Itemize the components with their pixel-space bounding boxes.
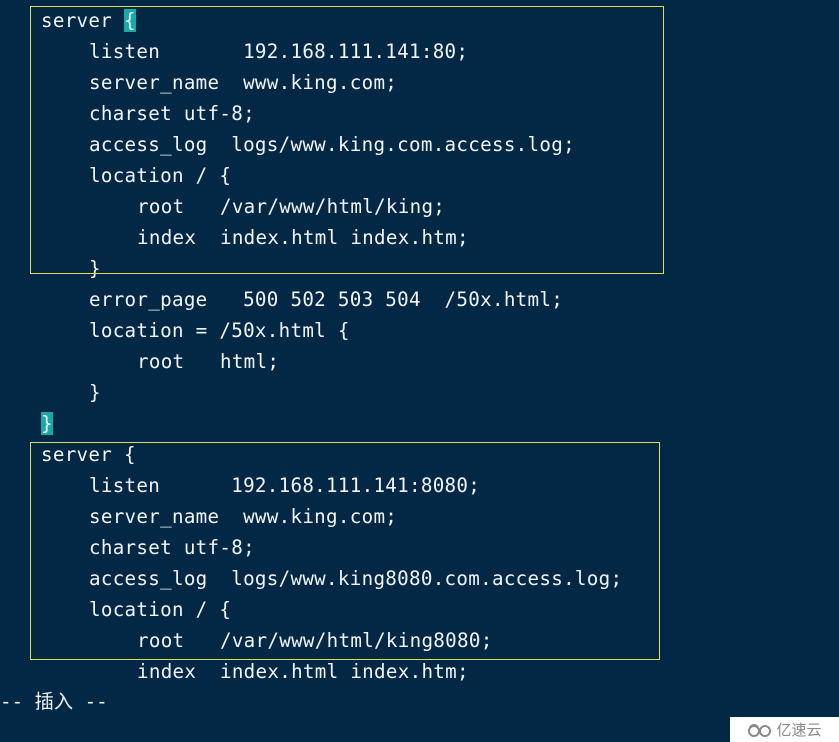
code-line: index index.html index.htm; xyxy=(137,226,469,249)
yisu-cloud-logo-icon xyxy=(748,723,772,737)
code-line: index index.html index.htm; xyxy=(137,660,469,683)
code-line: server_name www.king.com; xyxy=(89,71,398,94)
code-line: charset utf-8; xyxy=(89,536,255,559)
code-line: location / { xyxy=(89,598,232,621)
code-line: } xyxy=(41,408,53,439)
matched-bracket-cursor: } xyxy=(41,412,53,435)
code-line: location = /50x.html { xyxy=(89,319,350,342)
vim-editor[interactable]: server { listen 192.168.111.141:80; server… xyxy=(0,0,839,742)
code-line: location / { xyxy=(89,164,232,187)
code-line: root /var/www/html/king; xyxy=(137,195,446,218)
code-line: root /var/www/html/king8080; xyxy=(137,629,493,652)
vim-mode-status: -- 插入 -- xyxy=(0,690,108,713)
code-line: charset utf-8; xyxy=(89,102,255,125)
code-line: listen 192.168.111.141:80; xyxy=(89,40,469,63)
code-line: root html; xyxy=(137,350,280,373)
code-line: } xyxy=(89,381,101,404)
code-line: server_name www.king.com; xyxy=(89,505,398,528)
code-line: listen 192.168.111.141:8080; xyxy=(89,474,481,497)
matched-bracket-cursor: { xyxy=(123,9,136,32)
watermark-text: 亿速云 xyxy=(776,721,822,739)
code-line: access_log logs/www.king.com.access.log; xyxy=(89,133,575,156)
code-line: server { xyxy=(41,443,136,466)
code-line: } xyxy=(89,257,101,280)
code-line: server { xyxy=(41,5,136,36)
code-line: error_page 500 502 503 504 /50x.html; xyxy=(89,288,564,311)
code-text: server xyxy=(41,9,124,32)
watermark: 亿速云 xyxy=(730,717,839,742)
code-line: access_log logs/www.king8080.com.access.… xyxy=(89,567,623,590)
